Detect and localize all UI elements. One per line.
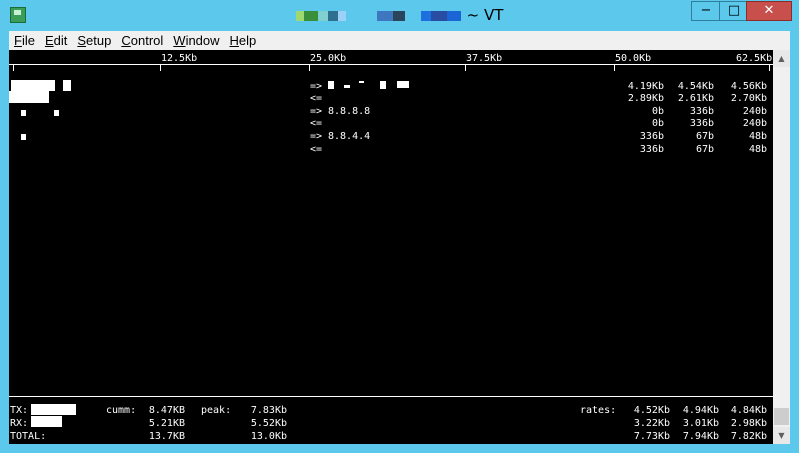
redacted-title-part	[430, 10, 447, 21]
menu-window[interactable]: Window	[168, 31, 224, 50]
redacted-host	[11, 80, 55, 91]
redacted-title-part	[446, 10, 461, 21]
redacted-host	[21, 134, 26, 140]
redacted-title-part	[393, 10, 406, 21]
window-title: ~ VT	[0, 6, 799, 24]
minimize-icon: −	[700, 3, 712, 18]
remote-host: 8.8.8.8	[328, 106, 371, 117]
direction-out: =>	[310, 131, 323, 142]
direction-in: <=	[310, 144, 323, 155]
rx-label: RX:	[10, 418, 29, 429]
rate-40s: 2.70Kb	[730, 93, 767, 104]
direction-in: <=	[310, 93, 323, 104]
redacted-remote-host	[397, 81, 409, 88]
close-icon: ✕	[763, 3, 775, 18]
direction-out: =>	[310, 106, 323, 117]
redacted-tx-bar	[31, 404, 76, 415]
scale-tick	[465, 64, 466, 71]
redacted-title-part	[377, 10, 394, 21]
redacted-remote-host	[359, 81, 364, 83]
total-rate-40s: 7.82Kb	[730, 431, 767, 442]
direction-out: =>	[310, 81, 323, 92]
redacted-host	[54, 110, 59, 116]
redacted-title-part	[420, 10, 431, 21]
title-bar[interactable]: ~ VT − □ ✕	[0, 0, 799, 31]
tx-label: TX:	[10, 405, 29, 416]
rate-2s: 336b	[639, 144, 664, 155]
rate-10s: 67b	[695, 131, 714, 142]
rate-40s: 4.56Kb	[730, 81, 767, 92]
rate-40s: 48b	[748, 144, 767, 155]
menu-edit[interactable]: Edit	[40, 31, 72, 50]
rate-2s: 2.89Kb	[627, 93, 664, 104]
remote-host: 8.8.4.4	[328, 131, 371, 142]
redacted-remote-host	[380, 81, 386, 89]
terminal-screen[interactable]: 12.5Kb 25.0Kb 37.5Kb 50.0Kb 62.5Kb => 4.…	[9, 50, 773, 444]
rate-10s: 2.61Kb	[677, 93, 714, 104]
redacted-remote-host	[328, 81, 334, 89]
scroll-down-icon[interactable]: ▼	[773, 427, 790, 444]
rate-2s: 0b	[651, 118, 664, 129]
rate-10s: 67b	[695, 144, 714, 155]
direction-in: <=	[310, 118, 323, 129]
redacted-title-part	[337, 10, 346, 21]
rate-40s: 240b	[742, 106, 767, 117]
scale-axis	[9, 64, 773, 65]
scroll-thumb[interactable]	[774, 408, 789, 425]
redacted-rx-bar	[31, 416, 62, 427]
total-cumm: 13.7KB	[148, 431, 185, 442]
redacted-title-part	[303, 10, 318, 21]
vertical-scrollbar[interactable]: ▲ ▼	[773, 50, 790, 444]
menu-setup[interactable]: Setup	[72, 31, 116, 50]
rate-2s: 0b	[651, 106, 664, 117]
redacted-title-part	[327, 10, 338, 21]
scale-tick	[160, 64, 161, 71]
scale-tick	[309, 64, 310, 71]
rx-rate-40s: 2.98Kb	[730, 418, 767, 429]
rate-40s: 240b	[742, 118, 767, 129]
menu-help[interactable]: Help	[225, 31, 262, 50]
rx-peak: 5.52Kb	[250, 418, 287, 429]
minimize-button[interactable]: −	[691, 1, 721, 21]
redacted-title-part	[317, 10, 328, 21]
tx-cumm: 8.47KB	[148, 405, 185, 416]
peak-label: peak:	[201, 405, 232, 416]
scroll-up-icon[interactable]: ▲	[773, 50, 790, 67]
redacted-host	[21, 110, 26, 116]
close-button[interactable]: ✕	[746, 1, 792, 21]
redacted-remote-host	[344, 85, 350, 88]
redacted-host	[63, 80, 71, 91]
total-peak: 13.0Kb	[250, 431, 287, 442]
rate-10s: 4.54Kb	[677, 81, 714, 92]
maximize-button[interactable]: □	[719, 1, 749, 21]
total-label: TOTAL:	[10, 431, 47, 442]
rx-cumm: 5.21KB	[148, 418, 185, 429]
redacted-host	[9, 91, 49, 103]
rate-2s: 336b	[639, 131, 664, 142]
rate-2s: 4.19Kb	[627, 81, 664, 92]
title-text: ~ VT	[466, 6, 504, 24]
rate-10s: 336b	[689, 118, 714, 129]
tx-rate-40s: 4.84Kb	[730, 405, 767, 416]
scale-tick	[614, 64, 615, 71]
scale-tick	[769, 64, 770, 71]
scale-tick	[13, 64, 14, 71]
menu-control[interactable]: Control	[116, 31, 168, 50]
menu-file[interactable]: File	[9, 31, 40, 50]
rate-40s: 48b	[748, 131, 767, 142]
footer-separator	[9, 396, 773, 397]
tx-peak: 7.83Kb	[250, 405, 287, 416]
rate-10s: 336b	[689, 106, 714, 117]
maximize-icon: □	[727, 3, 741, 18]
redacted-title-part	[295, 10, 304, 21]
window-bottom-border	[9, 444, 790, 453]
menu-bar: File Edit Setup Control Window Help	[9, 31, 790, 50]
